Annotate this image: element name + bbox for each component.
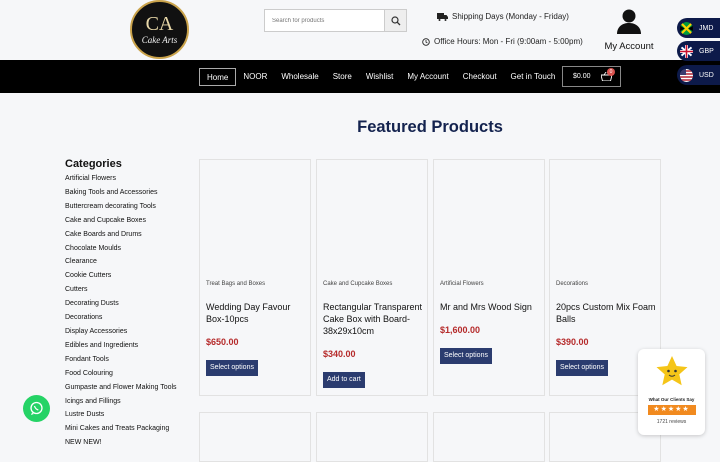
currency-jmd[interactable]: JMD [677, 18, 720, 38]
nav-home[interactable]: Home [199, 68, 237, 86]
category-item[interactable]: NEW NEW! [65, 436, 177, 450]
main-nav: Home NOOR Wholesale Store Wishlist My Ac… [199, 68, 562, 86]
nav-wholesale[interactable]: Wholesale [274, 68, 325, 86]
jamaica-flag-icon [680, 21, 693, 35]
product-title[interactable]: Wedding Day Favour Box-10pcs [206, 301, 309, 325]
category-item[interactable]: Buttercream decorating Tools [65, 200, 177, 214]
currency-usd[interactable]: USD [677, 65, 720, 85]
user-icon [617, 9, 641, 34]
product-category: Treat Bags and Boxes [206, 281, 266, 287]
product-card[interactable]: Treat Bags and Boxes Wedding Day Favour … [199, 159, 311, 396]
cart-button[interactable]: $0.00 0 [562, 66, 621, 87]
select-options-button[interactable]: Select options [556, 360, 608, 376]
category-item[interactable]: Mini Cakes and Treats Packaging [65, 422, 177, 436]
product-card[interactable] [199, 412, 311, 462]
category-item[interactable]: Cutters [65, 283, 177, 297]
category-item[interactable]: Cookie Cutters [65, 269, 177, 283]
cart-count-badge: 0 [607, 68, 615, 76]
currency-gbp[interactable]: GBP [677, 41, 720, 61]
us-flag-icon [680, 68, 693, 82]
category-item[interactable]: Icings and Fillings [65, 395, 177, 409]
search-input[interactable] [265, 10, 384, 31]
currency-gbp-label: GBP [699, 47, 714, 55]
product-category: Cake and Cupcake Boxes [323, 281, 393, 287]
category-item[interactable]: Gumpaste and Flower Making Tools [65, 381, 177, 395]
product-price: $1,600.00 [440, 325, 481, 335]
clock-icon [422, 37, 430, 46]
nav-my-account[interactable]: My Account [400, 68, 455, 86]
product-price: $650.00 [206, 337, 239, 347]
product-card[interactable] [316, 412, 428, 462]
product-category: Artificial Flowers [440, 281, 484, 287]
logo-text: Cake Arts [141, 34, 178, 45]
product-price: $390.00 [556, 337, 589, 347]
logo-monogram: CA [145, 12, 174, 35]
nav-noor[interactable]: NOOR [236, 68, 274, 86]
product-card[interactable]: Artificial Flowers Mr and Mrs Wood Sign … [433, 159, 545, 396]
categories-title: Categories [65, 158, 122, 170]
category-item[interactable]: Cake Boards and Drums [65, 228, 177, 242]
category-item[interactable]: Decorating Dusts [65, 297, 177, 311]
nav-checkout[interactable]: Checkout [456, 68, 504, 86]
product-title[interactable]: Mr and Mrs Wood Sign [440, 301, 543, 313]
product-category: Decorations [556, 281, 589, 287]
category-item[interactable]: Edibles and Ingredients [65, 339, 177, 353]
product-price: $340.00 [323, 349, 356, 359]
category-item[interactable]: Chocolate Moulds [65, 242, 177, 256]
select-options-button[interactable]: Select options [440, 348, 492, 364]
featured-products-heading: Featured Products [357, 118, 503, 136]
my-account-label: My Account [604, 41, 654, 52]
category-item[interactable]: Decorations [65, 311, 177, 325]
category-item[interactable]: Lustre Dusts [65, 408, 177, 422]
whatsapp-icon [30, 401, 43, 415]
category-item[interactable]: Baking Tools and Accessories [65, 186, 177, 200]
add-to-cart-button[interactable]: Add to cart [323, 372, 365, 388]
categories-sidebar: Categories Artificial Flowers Baking Too… [65, 158, 177, 450]
category-item[interactable]: Artificial Flowers [65, 172, 177, 186]
reviews-label: What Our Clients Say [648, 397, 695, 402]
nav-get-in-touch[interactable]: Get in Touch [504, 68, 563, 86]
whatsapp-chat-button[interactable] [23, 395, 50, 422]
product-card[interactable]: Cake and Cupcake Boxes Rectangular Trans… [316, 159, 428, 396]
product-title[interactable]: Rectangular Transparent Cake Box with Bo… [323, 301, 426, 337]
category-item[interactable]: Cake and Cupcake Boxes [65, 214, 177, 228]
hours-info: Office Hours: Mon - Fri (9:00am - 5:00pm… [422, 37, 583, 46]
uk-flag-icon [680, 44, 693, 58]
shipping-info: Shipping Days (Monday - Friday) [437, 12, 569, 21]
select-options-button[interactable]: Select options [206, 360, 258, 376]
nav-store[interactable]: Store [326, 68, 359, 86]
product-card[interactable] [433, 412, 545, 462]
truck-icon [437, 12, 448, 21]
category-item[interactable]: Fondant Tools [65, 353, 177, 367]
cart-total: $0.00 [573, 73, 591, 80]
product-title[interactable]: 20pcs Custom Mix Foam Balls [556, 301, 659, 325]
currency-usd-label: USD [699, 71, 714, 79]
star-mascot-icon [656, 356, 687, 386]
my-account-link[interactable]: My Account [603, 8, 655, 52]
site-logo[interactable]: CA Cake Arts [130, 0, 189, 59]
category-item[interactable]: Food Colouring [65, 367, 177, 381]
category-item[interactable]: Clearance [65, 255, 177, 269]
search-button[interactable] [384, 10, 406, 31]
currency-jmd-label: JMD [699, 24, 714, 32]
hours-text: Office Hours: Mon - Fri (9:00am - 5:00pm… [434, 37, 583, 46]
search-icon [390, 15, 400, 25]
category-item[interactable]: Display Accessories [65, 325, 177, 339]
reviews-count: 1721 reviews [656, 419, 687, 425]
reviews-widget[interactable]: What Our Clients Say ★★★★★ 1721 reviews [638, 349, 705, 435]
shipping-text: Shipping Days (Monday - Friday) [452, 12, 569, 21]
rating-stars: ★★★★★ [647, 405, 696, 415]
nav-wishlist[interactable]: Wishlist [359, 68, 401, 86]
search-box [264, 9, 407, 32]
